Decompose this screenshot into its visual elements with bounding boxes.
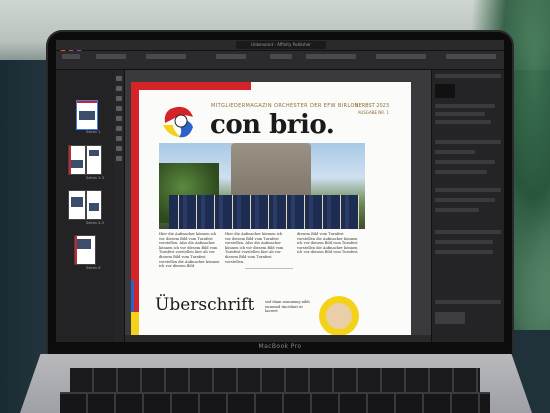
magazine-kicker: MITGLIEDERMAGAZIN ORCHESTER DER EFW BIRL… <box>211 103 359 109</box>
panel-row[interactable] <box>435 240 493 244</box>
studio-panels <box>431 70 504 342</box>
context-toolbar <box>56 51 504 70</box>
panel-tabs[interactable] <box>435 74 501 78</box>
toolbar-button[interactable] <box>62 54 80 59</box>
body-text-column[interactable]: Hier die Aufmacher können ich vor diesem… <box>159 232 221 269</box>
page-thumbnail[interactable] <box>86 145 102 175</box>
laptop-label: MacBook Pro <box>258 343 302 350</box>
red-side-bar <box>131 82 139 312</box>
stone-tower <box>231 143 311 201</box>
toolbar-button[interactable] <box>216 54 246 59</box>
toolbar-button[interactable] <box>306 54 356 59</box>
toolbar-button[interactable] <box>446 54 496 59</box>
menu-bar: Unbenannt - Affinity Publisher <box>56 40 504 56</box>
pen-tool-icon[interactable] <box>116 116 122 121</box>
panel-tabs[interactable] <box>435 140 501 144</box>
page-label: Seiten 2-3 <box>86 176 104 180</box>
node-tool-icon[interactable] <box>116 86 122 91</box>
page-thumbnail[interactable] <box>74 235 96 265</box>
orchestra-musicians <box>169 195 359 229</box>
orchestra-photo[interactable] <box>159 143 365 229</box>
pages-panel: Seiten 1 Seiten 2-3 Seiten 4-5 Seiten 6 <box>56 70 115 342</box>
panel-row[interactable] <box>435 170 487 174</box>
article-teaser[interactable]: sed diam nonummy nibh euismod tincidunt … <box>265 300 313 314</box>
panel-row[interactable] <box>435 160 495 164</box>
table-tool-icon[interactable] <box>116 96 122 101</box>
divider-line <box>245 268 293 269</box>
panel-tabs[interactable] <box>435 188 501 192</box>
orchestra-logo-icon <box>163 106 193 138</box>
panel-row[interactable] <box>435 208 479 212</box>
page-thumbnail[interactable] <box>76 100 98 130</box>
issue-season: HERBST 2023 <box>354 103 389 109</box>
page-thumbnail[interactable] <box>68 145 86 175</box>
panel-row[interactable] <box>435 104 495 108</box>
toolbar-button[interactable] <box>270 54 292 59</box>
page-thumbnail[interactable] <box>68 190 86 220</box>
laptop-chin: MacBook Pro <box>48 342 512 356</box>
magazine-masthead: con brio. <box>210 110 335 140</box>
keyboard-row <box>60 392 490 413</box>
shape-tool-icon[interactable] <box>116 136 122 141</box>
panel-row[interactable] <box>435 150 475 154</box>
panel-row[interactable] <box>435 250 493 254</box>
color-swatch[interactable] <box>435 84 455 98</box>
move-tool-icon[interactable] <box>116 76 122 81</box>
panel-tabs[interactable] <box>435 300 501 304</box>
portrait-circle[interactable] <box>319 296 359 336</box>
pencil-tool-icon[interactable] <box>116 126 122 131</box>
issue-number: AUSGABE NR. 1 <box>357 110 389 115</box>
red-top-bar <box>131 82 251 90</box>
body-text-column[interactable]: diesem Bild vom Turnfest vorstellen die … <box>297 232 359 255</box>
frame-text-tool-icon[interactable] <box>116 106 122 111</box>
panel-row[interactable] <box>435 120 491 124</box>
status-bar <box>125 335 431 342</box>
page-thumbnail[interactable] <box>86 190 102 220</box>
article-headline[interactable]: Überschrift <box>155 295 254 315</box>
toolbar-button[interactable] <box>146 54 186 59</box>
panel-row[interactable] <box>435 112 485 116</box>
page-label: Seiten 1 <box>86 130 101 134</box>
laptop-screen: Unbenannt - Affinity Publisher Seiten 1 … <box>56 40 504 342</box>
page-label: Seiten 4-5 <box>86 221 104 225</box>
navigator-preview[interactable] <box>435 312 465 324</box>
panel-row[interactable] <box>435 198 495 202</box>
panel-tabs[interactable] <box>435 230 501 234</box>
picture-frame-tool-icon[interactable] <box>116 146 122 151</box>
zoom-tool-icon[interactable] <box>116 156 122 161</box>
toolbar-button[interactable] <box>96 54 126 59</box>
document-title: Unbenannt - Affinity Publisher <box>236 41 326 49</box>
tools-panel <box>114 70 125 342</box>
toolbar-button[interactable] <box>376 54 426 59</box>
page-label: Seiten 6 <box>86 266 101 270</box>
document-canvas[interactable]: MITGLIEDERMAGAZIN ORCHESTER DER EFW BIRL… <box>125 70 431 342</box>
body-text-column[interactable]: Hier die Aufmacher können ich vor diesem… <box>225 232 287 264</box>
